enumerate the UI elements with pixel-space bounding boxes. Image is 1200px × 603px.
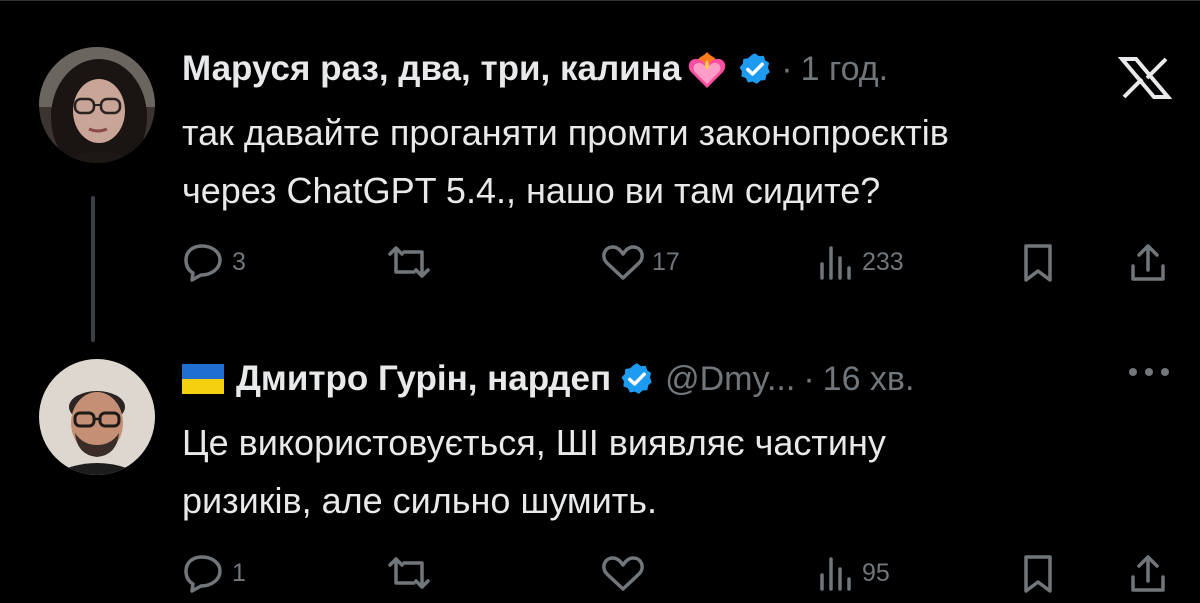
top-divider [0,0,1200,1]
avatar[interactable] [39,47,155,163]
share-icon [1131,244,1165,281]
retweet-button[interactable] [384,553,440,593]
views-icon [820,246,851,280]
reply-icon [184,555,222,593]
reply-button[interactable]: 3 [182,242,246,282]
views-icon [820,557,851,591]
author-name[interactable]: Дмитро Гурін, нардеп [236,359,611,399]
tweet-text: так давайте проганяти промти законопроєк… [182,104,949,220]
ukraine-flag-icon [182,364,224,394]
like-icon [602,245,644,280]
bookmark-icon [1024,555,1052,593]
author-handle[interactable]: @Dmy... [665,360,795,399]
verified-badge-icon [737,51,773,87]
views-button[interactable]: 233 [816,242,904,282]
views-button[interactable]: 95 [816,553,890,593]
separator-dot: · [803,359,815,398]
reply-count: 3 [232,247,246,276]
separator-dot: · [781,49,793,88]
share-button[interactable] [1128,553,1168,595]
bookmark-button[interactable] [1020,242,1056,284]
bookmark-button[interactable] [1020,553,1056,595]
x-logo-icon[interactable] [1117,56,1173,105]
views-count: 233 [862,247,904,276]
like-icon [602,556,644,591]
tweet-text-line: так давайте проганяти промти законопроєк… [182,112,949,153]
like-button[interactable] [600,553,652,593]
retweet-button[interactable] [384,242,440,282]
tweet-text-line: Це використовується, ШІ виявляє частину [182,422,886,463]
tweet-actions: 1 95 [182,553,1172,597]
heart-on-fire-emoji-icon [685,48,729,90]
share-button[interactable] [1128,242,1168,284]
verified-badge-icon [619,361,655,397]
retweet-icon [388,557,430,589]
tweet-text-line: через ChatGPT 5.4., нашо ви там сидите? [182,170,881,211]
tweet-actions: 3 17 233 [182,242,1172,286]
reply-icon [184,244,222,282]
author-name[interactable]: Маруся раз, два, три, калина [182,49,681,89]
like-button[interactable]: 17 [600,242,680,282]
reply-button[interactable]: 1 [182,553,246,593]
views-count: 95 [862,558,890,587]
tweet-text-line: ризиків, але сильно шумить. [182,480,658,521]
bookmark-icon [1024,244,1052,282]
avatar[interactable] [39,359,155,475]
share-icon [1131,555,1165,592]
tweet-header: Дмитро Гурін, нардеп @Dmy... · 16 хв. [182,357,914,401]
retweet-icon [388,246,430,278]
like-count: 17 [652,247,680,276]
more-icon[interactable] [1126,365,1172,384]
tweet-header: Маруся раз, два, три, калина · 1 год. [182,47,888,91]
tweet-text: Це використовується, ШІ виявляє частину … [182,414,886,530]
thread-connector-line [91,196,95,342]
timestamp[interactable]: 16 хв. [823,360,915,399]
timestamp[interactable]: 1 год. [801,50,888,89]
reply-count: 1 [232,558,246,587]
